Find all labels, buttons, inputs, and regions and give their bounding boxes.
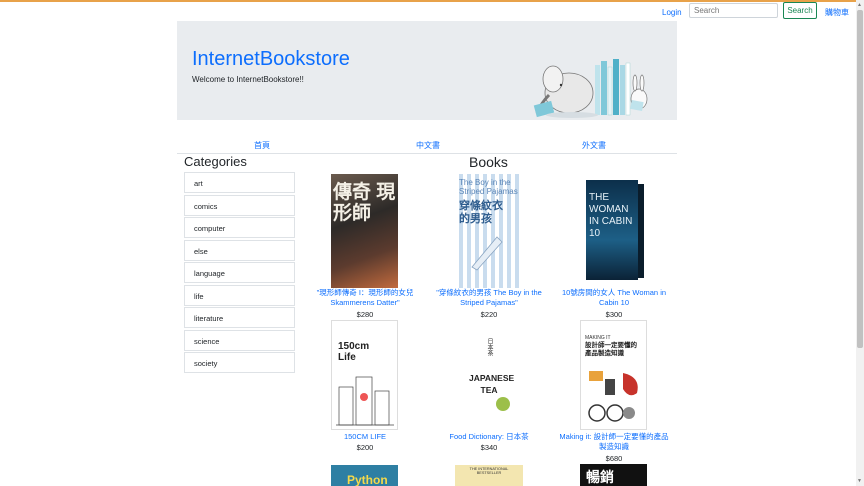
- book-cover-text: 穿條紋衣的男孩: [459, 200, 503, 225]
- book-cover-image[interactable]: MAKING IT 設計師一定要懂的產品製造知識: [580, 320, 647, 430]
- book-title-link[interactable]: "現形師傳奇 I：現形師的女兒 Skammerens Datter": [310, 288, 420, 308]
- nav-chinese-books[interactable]: 中文書: [416, 140, 440, 151]
- category-item-art[interactable]: art: [184, 172, 295, 193]
- book-title-link[interactable]: Making it: 設計師一定要懂的產品製造知識: [559, 432, 669, 452]
- book-title-link[interactable]: 10號房間的女人 The Woman in Cabin 10: [559, 288, 669, 308]
- book-title-link[interactable]: "穿條紋衣的男孩 The Boy in the Striped Pajamas": [434, 288, 544, 308]
- scrollbar-thumb[interactable]: [857, 10, 863, 348]
- book-cover-image[interactable]: THE WOMAN IN CABIN 10: [580, 178, 646, 282]
- book-cover-image[interactable]: 日本茶 JAPANESE TEA: [455, 320, 523, 430]
- book-price: $220: [480, 310, 498, 319]
- book-cover-text: 日本茶: [486, 338, 492, 356]
- book-cover-image[interactable]: 暢銷: [580, 464, 647, 486]
- book-cover-text: THE WOMAN IN CABIN 10: [589, 192, 633, 239]
- book-cover-text: 設計師一定要懂的產品製造知識: [585, 342, 637, 357]
- category-item-science[interactable]: science: [184, 329, 295, 351]
- top-navbar: Login Search 購物車: [0, 2, 856, 20]
- book-title-link[interactable]: Food Dictionary: 日本茶: [434, 432, 544, 442]
- login-link[interactable]: Login: [662, 8, 682, 17]
- category-item-computer[interactable]: computer: [184, 217, 295, 238]
- categories-heading: Categories: [184, 154, 247, 169]
- book-cover-text: THE INTERNATIONAL BESTSELLER: [469, 467, 509, 475]
- category-item-literature[interactable]: literature: [184, 307, 295, 328]
- category-list: art comics computer else language life l…: [184, 172, 295, 375]
- books-heading: Books: [469, 154, 508, 170]
- site-title: InternetBookstore: [192, 48, 350, 70]
- book-cover-text: 傳奇 現形師: [333, 182, 396, 224]
- book-cover-text: 暢銷: [586, 469, 614, 485]
- book-cover-text: MAKING IT: [585, 335, 611, 341]
- category-item-society[interactable]: society: [184, 352, 295, 373]
- book-price: $280: [356, 310, 374, 319]
- site-subtitle: Welcome to InternetBookstore!!: [192, 75, 304, 84]
- nav-home[interactable]: 首頁: [254, 140, 270, 151]
- category-item-else[interactable]: else: [184, 239, 295, 261]
- category-item-comics[interactable]: comics: [184, 194, 295, 216]
- book-cover-image[interactable]: Python: [331, 465, 398, 486]
- category-item-language[interactable]: language: [184, 262, 295, 283]
- category-item-life[interactable]: life: [184, 284, 295, 306]
- book-cover-image[interactable]: 傳奇 現形師: [331, 174, 398, 288]
- book-price: $300: [605, 310, 623, 319]
- book-cover-text: JAPANESE TEA: [469, 373, 515, 395]
- book-price: $680: [605, 454, 623, 463]
- book-cover-text: 150cm Life: [338, 341, 370, 363]
- category-nav: 首頁 中文書 外文書: [177, 138, 677, 154]
- scroll-up-arrow-icon[interactable]: ▲: [857, 2, 862, 8]
- book-price: $200: [356, 443, 374, 452]
- book-title-link[interactable]: 150CM LIFE: [310, 432, 420, 442]
- vertical-scrollbar[interactable]: ▲ ▼: [856, 0, 864, 486]
- scroll-down-arrow-icon[interactable]: ▼: [857, 478, 862, 484]
- book-cover-image[interactable]: 150cm Life: [331, 320, 398, 430]
- book-cover-image[interactable]: The Boy in the Striped Pajamas 穿條紋衣的男孩: [455, 174, 523, 288]
- hero-banner: InternetBookstore Welcome to InternetBoo…: [177, 21, 677, 120]
- book-price: $340: [480, 443, 498, 452]
- book-cover-text: The Boy in the Striped Pajamas: [459, 178, 518, 196]
- cart-link[interactable]: 購物車: [825, 7, 849, 18]
- elephant-reading-illustration-icon: [533, 59, 648, 118]
- nav-foreign-books[interactable]: 外文書: [582, 140, 606, 151]
- search-button[interactable]: Search: [783, 2, 817, 19]
- book-cover-text: Python: [347, 473, 388, 486]
- search-input[interactable]: [689, 3, 778, 18]
- book-cover-image[interactable]: THE INTERNATIONAL BESTSELLER: [455, 465, 523, 486]
